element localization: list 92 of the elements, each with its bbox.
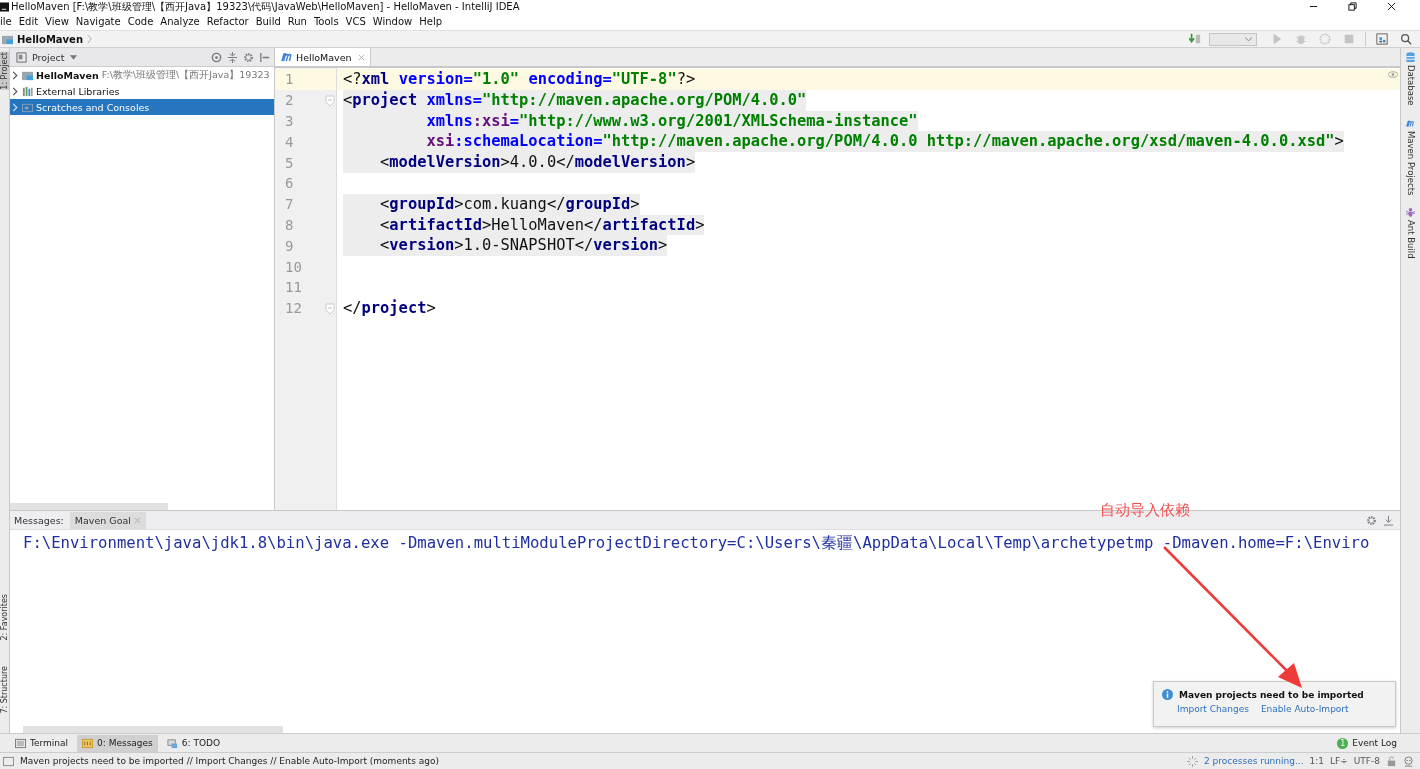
chevron-icon <box>87 33 92 45</box>
project-icon <box>16 51 27 63</box>
menu-item[interactable]: View <box>42 16 73 27</box>
menu-item[interactable]: Help <box>416 16 446 27</box>
folder-icon <box>2 33 13 45</box>
fold-marker-icon[interactable] <box>325 302 335 315</box>
line-number: 12 <box>285 300 302 317</box>
notification-link[interactable]: Enable Auto-Import <box>1260 704 1349 714</box>
tool-window-tab[interactable]: Database <box>1405 52 1416 106</box>
menu-item[interactable]: Navigate <box>72 16 125 27</box>
line-number: 10 <box>285 258 302 275</box>
panel-title[interactable]: Project <box>32 51 65 63</box>
window-title: HelloMaven [F:\教学\班级管理\【西开Java】19323\代码\JavaWeb\HelloMaven] - HelloMaven - IntelliJ IDEA <box>11 0 520 14</box>
tree-item[interactable]: HelloMaven F:\教学\班级管理\【西开Java】19323 <box>10 67 274 83</box>
hide-icon[interactable] <box>259 51 270 63</box>
line-number: 7 <box>285 196 294 213</box>
processes-link[interactable]: 2 processes running... <box>1203 756 1304 766</box>
line-separator[interactable]: LF÷ <box>1330 756 1348 766</box>
line-number: 5 <box>285 154 294 171</box>
project-structure-icon[interactable] <box>1376 33 1388 45</box>
download-icon[interactable] <box>1383 514 1394 526</box>
line-number: 2 <box>285 92 294 109</box>
line-number: 1 <box>285 71 294 88</box>
tool-window-button[interactable]: 6: TODO <box>161 734 226 752</box>
build-icon[interactable] <box>1189 33 1201 45</box>
caret-position[interactable]: 1:1 <box>1309 756 1324 766</box>
tool-window-tab[interactable]: 2: Favorites <box>0 594 9 641</box>
tool-window-button[interactable]: Terminal <box>10 734 74 752</box>
menu-item[interactable]: Run <box>284 16 311 27</box>
menu-item[interactable]: Tools <box>310 16 343 27</box>
search-icon[interactable] <box>1400 33 1412 45</box>
lock-icon[interactable] <box>1386 755 1397 767</box>
line-number: 11 <box>285 279 302 296</box>
line-number: 8 <box>285 216 294 233</box>
caret-icon[interactable] <box>69 54 77 60</box>
locate-icon[interactable] <box>211 51 222 63</box>
settings-icon[interactable] <box>1366 514 1377 526</box>
line-number: 6 <box>285 175 294 192</box>
notification-link[interactable]: Import Changes <box>1177 704 1249 714</box>
menu-item[interactable]: Analyze <box>157 16 204 27</box>
folder-icon <box>22 69 33 81</box>
notification-count-badge: 1 <box>1337 737 1349 749</box>
menu-item[interactable]: Code <box>124 16 158 27</box>
tree-item[interactable]: Scratches and Consoles <box>10 99 274 115</box>
database-icon <box>1406 52 1415 63</box>
tool-window-button[interactable]: 0: Messages <box>77 734 158 752</box>
line-number: 4 <box>285 133 294 150</box>
event-log-button[interactable]: 1 Event Log <box>1332 734 1402 752</box>
annotation-text: 自动导入依赖 <box>1100 501 1190 520</box>
library-icon <box>22 85 33 97</box>
horizontal-scrollbar[interactable] <box>10 503 168 510</box>
panel-label: Messages: <box>14 514 64 526</box>
messages-icon <box>82 737 94 749</box>
tool-window-tab[interactable]: 7: Structure <box>0 666 9 714</box>
fold-marker-icon[interactable] <box>325 94 335 107</box>
eye-icon[interactable] <box>1388 71 1398 78</box>
menu-item[interactable]: ile <box>0 16 16 27</box>
caret-icon <box>1245 36 1252 42</box>
menu-item[interactable]: Window <box>369 16 417 27</box>
collapse-icon[interactable] <box>227 51 238 63</box>
ant-icon <box>1406 206 1415 218</box>
panel-toggle-icon[interactable] <box>3 755 14 767</box>
spinner-icon <box>1186 755 1198 767</box>
tool-window-tab[interactable]: Maven Projects <box>1405 117 1416 195</box>
menu-item[interactable]: VCS <box>342 16 370 27</box>
breadcrumb-item[interactable]: HelloMaven <box>17 33 83 45</box>
menu-item[interactable]: Edit <box>15 16 43 27</box>
file-encoding[interactable]: UTF-8 <box>1353 756 1380 766</box>
panel-tab[interactable]: Maven Goal <box>69 511 146 529</box>
info-icon <box>1162 689 1173 700</box>
tool-window-tab[interactable]: Ant Build <box>1405 206 1416 259</box>
notification-title: Maven projects need to be imported <box>1179 689 1364 700</box>
horizontal-scrollbar[interactable] <box>23 726 283 733</box>
code-line: </project> <box>343 297 436 319</box>
maven-file-icon <box>281 52 293 62</box>
line-number: 9 <box>285 237 294 254</box>
tree-item[interactable]: External Libraries <box>10 83 274 99</box>
terminal-icon <box>15 737 26 749</box>
line-number: 3 <box>285 113 294 129</box>
code-line: <?xml version="1.0" encoding="UTF-8"?> <box>343 69 696 90</box>
menu-item[interactable]: Refactor <box>203 16 253 27</box>
restore-icon[interactable] <box>1348 2 1357 11</box>
editor-tab[interactable]: HelloMaven <box>275 48 371 66</box>
settings-icon[interactable] <box>243 51 254 63</box>
scratches-icon <box>22 101 33 113</box>
console-output-line: F:\Environment\java\jdk1.8\bin\java.exe -Dmaven.multiModuleProjectDirectory=C:\Users\秦疆\AppData\Local\Temp\archetypetmp -Dmaven.home=F:\Enviro <box>23 533 1371 554</box>
tool-window-tab[interactable]: 1: Project <box>0 52 9 90</box>
menu-item[interactable]: Build <box>252 16 285 27</box>
todo-icon <box>166 737 178 749</box>
inspector-icon[interactable] <box>1403 755 1414 767</box>
close-icon[interactable] <box>1387 2 1396 11</box>
status-message: Maven projects need to be imported // Import Changes // Enable Auto-Import (moments ago) <box>20 756 439 766</box>
